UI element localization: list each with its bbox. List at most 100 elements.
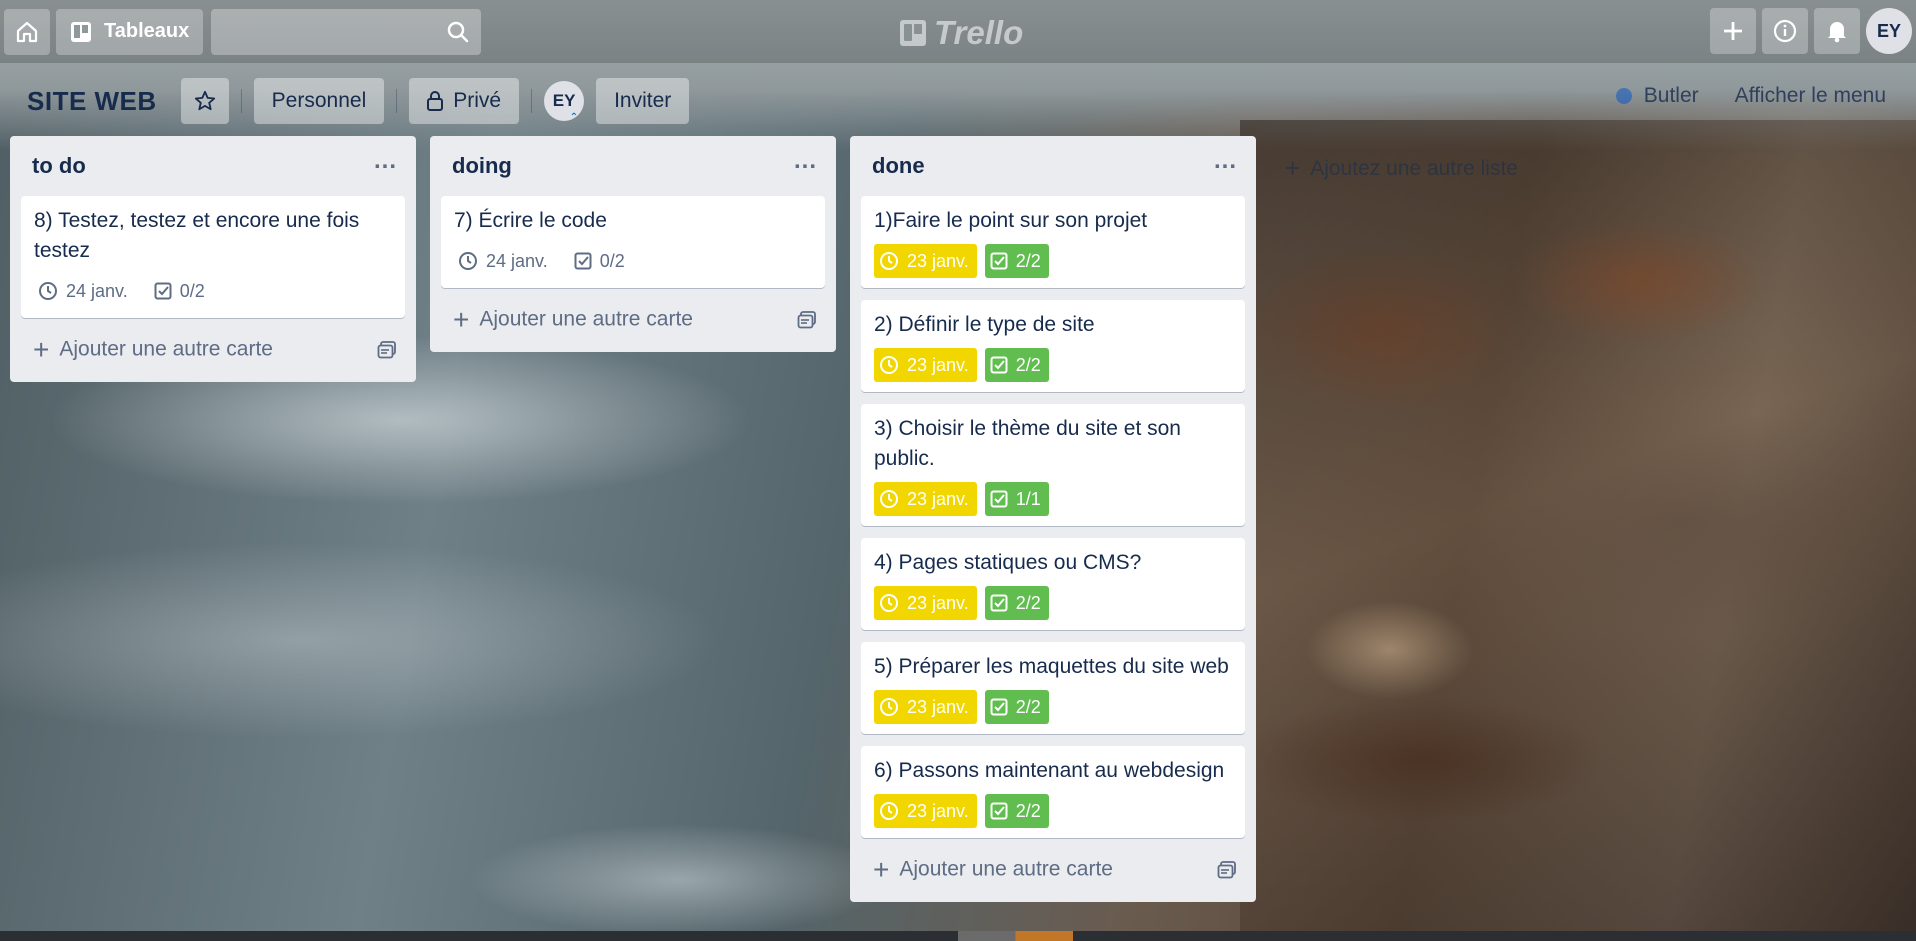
clock-icon <box>880 698 898 716</box>
info-icon <box>1773 19 1797 43</box>
due-date-badge[interactable]: 23 janv. <box>874 794 977 828</box>
boards-label: Tableaux <box>104 20 190 42</box>
checklist-text: 1/1 <box>1015 488 1041 509</box>
top-header: Tableaux Trello EY <box>0 0 1916 63</box>
card-container: 1)Faire le point sur son projet 23 janv. 2… <box>861 196 1245 838</box>
privacy-button[interactable]: Privé <box>409 78 520 124</box>
clock-icon <box>880 490 898 508</box>
separator <box>531 89 533 113</box>
add-list-button[interactable]: + Ajoutez une autre liste <box>1285 153 1518 184</box>
checklist-icon <box>990 594 1008 612</box>
list-title[interactable]: doing <box>452 153 512 179</box>
separator <box>240 89 242 113</box>
lock-icon <box>427 91 444 111</box>
star-button[interactable] <box>180 78 229 124</box>
background-cliffs <box>1240 120 1916 941</box>
card-template-icon[interactable] <box>1217 860 1237 880</box>
card-title: 8) Testez, testez et encore une fois tes… <box>34 209 360 262</box>
trello-logo-icon <box>900 20 926 46</box>
due-date-badge[interactable]: 23 janv. <box>874 348 977 382</box>
list-to-do: to do ... 8) Testez, testez et encore un… <box>10 136 416 382</box>
more-icon[interactable]: ... <box>1214 149 1237 176</box>
due-date-text: 23 janv. <box>907 354 969 375</box>
board-header: SITE WEB Personnel Privé EY ⌃ Inviter Bu… <box>0 76 1916 126</box>
butler-button[interactable]: Butler <box>1615 84 1699 108</box>
plus-icon: + <box>1285 153 1301 183</box>
card-template-icon[interactable] <box>377 340 397 360</box>
header-right-actions: EY <box>1710 8 1912 54</box>
card[interactable]: 5) Préparer les maquettes du site web 23 … <box>861 642 1245 734</box>
checklist-icon <box>990 356 1008 374</box>
privacy-label: Privé <box>453 89 502 112</box>
more-icon[interactable]: ... <box>374 149 397 176</box>
user-avatar[interactable]: EY <box>1866 8 1912 54</box>
due-date-badge[interactable]: 23 janv. <box>874 244 977 278</box>
card[interactable]: 2) Définir le type de site 23 janv. 2/2 <box>861 300 1245 392</box>
checklist-icon <box>574 252 592 270</box>
list-title[interactable]: done <box>872 153 925 179</box>
list-title[interactable]: to do <box>32 153 86 179</box>
card[interactable]: 3) Choisir le thème du site et son publi… <box>861 404 1245 526</box>
separator <box>396 89 398 113</box>
due-date-badge[interactable]: 23 janv. <box>874 690 977 724</box>
card-title: 3) Choisir le thème du site et son publi… <box>874 417 1181 470</box>
card[interactable]: 4) Pages statiques ou CMS? 23 janv. 2/2 <box>861 538 1245 630</box>
checklist-badge: 2/2 <box>984 586 1049 620</box>
add-card-button[interactable]: + Ajouter une autre carte <box>21 328 405 372</box>
trello-logo[interactable]: Trello <box>900 14 1023 52</box>
card[interactable]: 6) Passons maintenant au webdesign 23 jan… <box>861 746 1245 838</box>
card-badges: 23 janv. 2/2 <box>874 586 1232 620</box>
due-date-badge[interactable]: 24 janv. <box>454 244 562 278</box>
add-card-button[interactable]: + Ajouter une autre carte <box>861 848 1245 892</box>
invite-button[interactable]: Inviter <box>596 78 690 124</box>
checklist-icon <box>990 252 1008 270</box>
plus-icon: + <box>873 854 890 885</box>
home-button[interactable] <box>4 8 50 55</box>
card-badges: 23 janv. 2/2 <box>874 794 1232 828</box>
due-date-badge[interactable]: 23 janv. <box>874 586 977 620</box>
add-card-label: Ajouter une autre carte <box>479 307 693 331</box>
due-date-badge[interactable]: 24 janv. <box>34 274 142 308</box>
create-button[interactable] <box>1710 8 1756 54</box>
show-menu-label: Afficher le menu <box>1734 84 1886 107</box>
member-initials: EY <box>552 91 576 110</box>
info-button[interactable] <box>1762 8 1808 54</box>
due-date-text: 24 janv. <box>486 250 548 271</box>
team-visibility-button[interactable]: Personnel <box>253 78 385 124</box>
add-card-button[interactable]: + Ajouter une autre carte <box>441 298 825 342</box>
plus-icon <box>1724 22 1742 40</box>
card-badges: 24 janv. 0/2 <box>454 244 812 278</box>
boards-button[interactable]: Tableaux <box>56 8 204 55</box>
checklist-badge: 0/2 <box>150 274 219 308</box>
card-template-icon[interactable] <box>797 310 817 330</box>
board-title[interactable]: SITE WEB <box>27 86 157 117</box>
card[interactable]: 8) Testez, testez et encore une fois tes… <box>21 196 405 318</box>
list-done: done ... 1)Faire le point sur son projet… <box>850 136 1256 902</box>
checklist-text: 0/2 <box>179 280 205 301</box>
plus-icon: + <box>453 304 470 335</box>
clock-icon <box>880 594 898 612</box>
search-input[interactable] <box>211 8 482 55</box>
checklist-icon <box>154 282 172 300</box>
member-avatar[interactable]: EY ⌃ <box>544 81 585 123</box>
more-icon[interactable]: ... <box>794 149 817 176</box>
checklist-text: 0/2 <box>599 250 625 271</box>
card[interactable]: 1)Faire le point sur son projet 23 janv. 2… <box>861 196 1245 288</box>
card-title: 7) Écrire le code <box>454 209 607 232</box>
due-date-badge[interactable]: 23 janv. <box>874 482 977 516</box>
card[interactable]: 7) Écrire le code 24 janv. 0/2 <box>441 196 825 288</box>
clock-icon <box>39 282 57 300</box>
butler-label: Butler <box>1643 84 1699 107</box>
checklist-icon <box>990 802 1008 820</box>
bell-icon <box>1828 22 1846 43</box>
show-menu-button[interactable]: Afficher le menu <box>1735 84 1886 108</box>
due-date-text: 23 janv. <box>907 800 969 821</box>
card-title: 6) Passons maintenant au webdesign <box>874 759 1225 782</box>
notifications-button[interactable] <box>1814 8 1860 54</box>
board-header-right: Butler Afficher le menu <box>1615 84 1886 108</box>
checklist-text: 2/2 <box>1015 696 1041 717</box>
due-date-text: 23 janv. <box>907 592 969 613</box>
clock-icon <box>459 252 477 270</box>
card-badges: 24 janv. 0/2 <box>34 274 392 308</box>
add-list-label: Ajoutez une autre liste <box>1310 156 1518 180</box>
